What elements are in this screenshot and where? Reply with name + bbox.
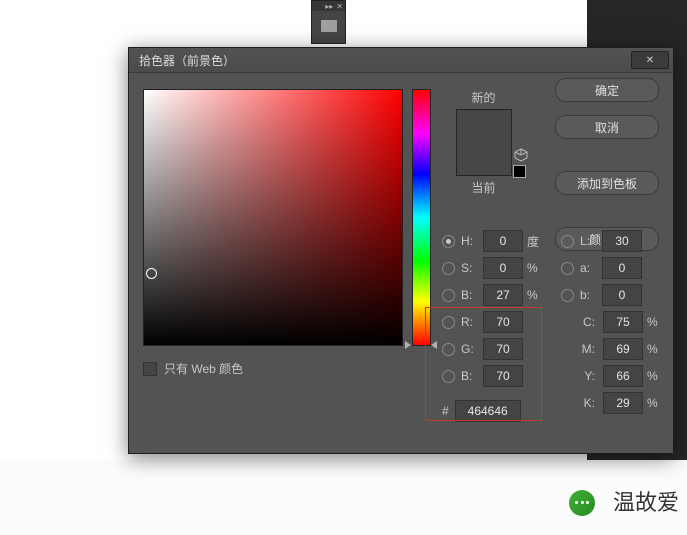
watermark-text: 温故爱 (613, 485, 679, 517)
input-h[interactable] (483, 230, 523, 252)
websafe-warning-swatch[interactable] (513, 165, 526, 178)
input-s[interactable] (483, 257, 523, 279)
unit-y: % (647, 369, 663, 383)
label-l: L: (580, 234, 598, 248)
dialog-title-bar: 拾色器（前景色） ✕ (129, 48, 673, 73)
label-m: M: (579, 342, 595, 356)
input-b-rgb[interactable] (483, 365, 523, 387)
radio-b-rgb[interactable] (442, 370, 455, 383)
input-b-hsb[interactable] (483, 284, 523, 306)
mini-panel: ▸▸ ✕ (311, 0, 346, 44)
label-b-lab: b: (580, 288, 598, 302)
cancel-button[interactable]: 取消 (555, 115, 659, 139)
input-k[interactable] (603, 392, 643, 414)
input-r[interactable] (483, 311, 523, 333)
add-swatch-button[interactable]: 添加到色板 (555, 171, 659, 195)
mini-panel-header: ▸▸ ✕ (312, 1, 345, 11)
dialog-title: 拾色器（前景色） (139, 52, 235, 69)
radio-b-lab[interactable] (561, 289, 574, 302)
radio-r[interactable] (442, 316, 455, 329)
unit-deg: 度 (527, 233, 547, 250)
unit-pct2: % (527, 288, 547, 302)
input-b-lab[interactable] (602, 284, 642, 306)
radio-b-hsb[interactable] (442, 289, 455, 302)
label-c: C: (579, 315, 595, 329)
label-b-rgb: B: (461, 369, 479, 383)
unit-k: % (647, 396, 663, 410)
label-g: G: (461, 342, 479, 356)
radio-s[interactable] (442, 262, 455, 275)
input-y[interactable] (603, 365, 643, 387)
color-swatch (456, 109, 512, 176)
input-a[interactable] (602, 257, 642, 279)
web-only-label: 只有 Web 颜色 (164, 360, 243, 377)
swatch-new[interactable] (457, 110, 511, 143)
hex-label: # (442, 404, 449, 418)
radio-g[interactable] (442, 343, 455, 356)
color-field[interactable] (143, 89, 403, 346)
hue-slider-arrow-left (405, 341, 411, 349)
input-l[interactable] (602, 230, 642, 252)
input-g[interactable] (483, 338, 523, 360)
label-h: H: (461, 234, 479, 248)
current-color-label: 当前 (446, 179, 521, 196)
collapse-icon[interactable]: ▸▸ (325, 2, 333, 11)
hue-slider-arrow-right (431, 341, 437, 349)
radio-a[interactable] (561, 262, 574, 275)
color-selection-indicator (146, 268, 157, 279)
dialog-close-button[interactable]: ✕ (631, 51, 669, 69)
unit-m: % (647, 342, 663, 356)
hue-slider[interactable] (412, 89, 431, 346)
new-color-label: 新的 (446, 89, 521, 106)
close-mini-icon[interactable]: ✕ (336, 2, 343, 11)
input-c[interactable] (603, 311, 643, 333)
color-picker-dialog: 拾色器（前景色） ✕ 新的 当前 确定 取消 添加到色板 (128, 47, 674, 454)
close-icon: ✕ (646, 55, 654, 66)
unit-c: % (647, 315, 663, 329)
web-only-checkbox[interactable] (143, 362, 157, 376)
label-y: Y: (579, 369, 595, 383)
ok-button[interactable]: 确定 (555, 78, 659, 102)
swatch-current[interactable] (457, 143, 511, 176)
panel-icon[interactable] (321, 20, 337, 32)
label-b-hsb: B: (461, 288, 479, 302)
hex-input[interactable] (455, 400, 521, 422)
input-m[interactable] (603, 338, 643, 360)
label-a: a: (580, 261, 598, 275)
radio-h[interactable] (442, 235, 455, 248)
unit-pct: % (527, 261, 547, 275)
wechat-icon (569, 490, 599, 520)
radio-l[interactable] (561, 235, 574, 248)
label-r: R: (461, 315, 479, 329)
label-s: S: (461, 261, 479, 275)
label-k: K: (579, 396, 595, 410)
gamut-warning-icon[interactable] (514, 148, 528, 162)
